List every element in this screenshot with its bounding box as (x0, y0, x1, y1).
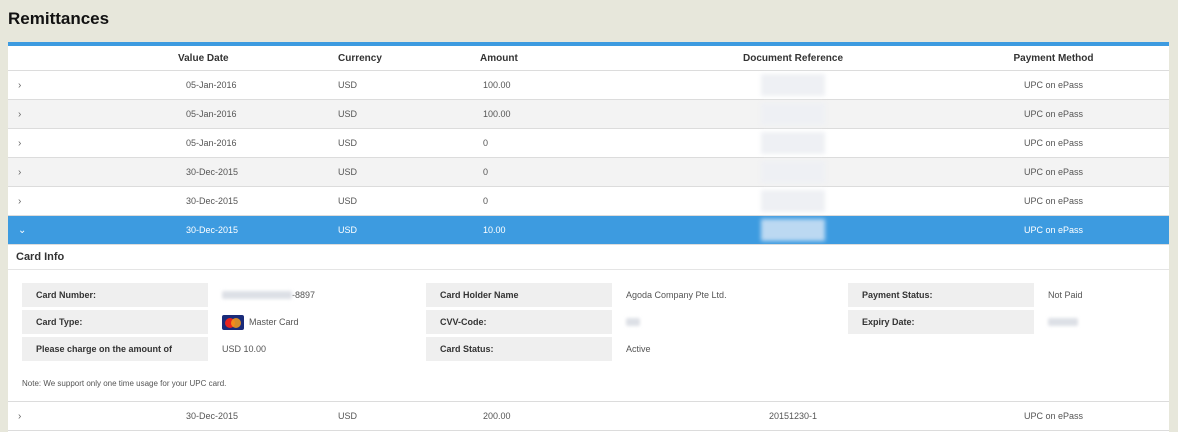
charge-amount-value: USD 10.00 (222, 344, 267, 354)
chevron-right-icon[interactable]: › (8, 196, 48, 207)
payment-status-value: Not Paid (1048, 290, 1083, 300)
card-status-value: Active (626, 344, 651, 354)
table-row[interactable]: › 05-Jan-2016 USD 0 UPC on ePass (8, 129, 1169, 158)
card-number-suffix: -8897 (292, 290, 316, 300)
cell-currency: USD (338, 411, 358, 421)
card-status-field: Card Status: Active (426, 337, 832, 361)
cell-amount: 200.00 (483, 411, 511, 421)
cell-value-date: 30-Dec-2015 (186, 411, 239, 421)
chevron-right-icon[interactable]: › (8, 167, 48, 178)
upc-note: Note: We support only one time usage for… (22, 379, 227, 388)
page-title: Remittances (8, 9, 110, 28)
redacted-reference (761, 74, 825, 96)
card-type-label: Card Type: (22, 310, 208, 334)
card-type-value: Master Card (208, 310, 418, 334)
cvv-field: CVV-Code: (426, 310, 832, 334)
cell-payment-method: UPC on ePass (1023, 196, 1084, 206)
expiry-label: Expiry Date: (848, 310, 1034, 334)
card-status-label: Card Status: (426, 337, 612, 361)
payment-status-field: Payment Status: Not Paid (848, 283, 1144, 307)
payment-status-label: Payment Status: (848, 283, 1034, 307)
table-row[interactable]: › 05-Jan-2016 USD 100.00 UPC on ePass (8, 100, 1169, 129)
cell-document-reference (648, 103, 938, 125)
card-holder-label: Card Holder Name (426, 283, 612, 307)
cell-value-date: 30-Dec-2015 (186, 167, 239, 177)
header-amount[interactable]: Amount (458, 53, 648, 64)
cell-currency: USD (338, 138, 358, 148)
card-info-title: Card Info (16, 251, 65, 263)
card-number-label: Card Number: (22, 283, 208, 307)
expiry-value (1034, 310, 1144, 334)
card-number-field: Card Number: -8897 (22, 283, 418, 307)
cell-payment-method: UPC on ePass (1023, 80, 1084, 90)
chevron-right-icon[interactable]: › (8, 109, 48, 120)
cell-amount: 0 (483, 167, 489, 177)
cell-amount: 100.00 (483, 109, 511, 119)
cell-document-reference (648, 161, 938, 183)
cell-document-reference (648, 132, 938, 154)
header-payment-method[interactable]: Payment Method (938, 53, 1169, 64)
redacted-expiry (1048, 318, 1078, 326)
redacted-reference (761, 132, 825, 154)
header-value-date[interactable]: Value Date (48, 53, 338, 64)
table-row[interactable]: › 30-Dec-2015 USD 200.00 20151230-1 UPC … (8, 402, 1169, 431)
cell-amount: 0 (483, 196, 489, 206)
card-type-text: Master Card (249, 317, 299, 327)
cell-amount: 100.00 (483, 80, 511, 90)
cell-value-date: 30-Dec-2015 (186, 225, 239, 235)
cell-payment-method: UPC on ePass (1023, 167, 1084, 177)
chevron-right-icon[interactable]: › (8, 138, 48, 149)
header-document-reference[interactable]: Document Reference (648, 53, 938, 64)
cell-payment-method: UPC on ePass (1023, 225, 1084, 235)
remittances-table: Value Date Currency Amount Document Refe… (8, 42, 1169, 432)
redacted-card-number (222, 291, 292, 299)
mastercard-logo-icon (222, 314, 244, 330)
chevron-right-icon[interactable]: › (8, 80, 48, 91)
cell-payment-method: UPC on ePass (1023, 138, 1084, 148)
table-row[interactable]: › 05-Jan-2016 USD 100.00 UPC on ePass (8, 71, 1169, 100)
cell-currency: USD (338, 109, 358, 119)
redacted-cvv (626, 318, 640, 326)
cell-document-reference (648, 219, 938, 241)
cell-currency: USD (338, 167, 358, 177)
divider (8, 269, 1169, 270)
card-info-panel: Card Info Card Number: -8897 Card Holder… (8, 245, 1169, 402)
chevron-down-icon[interactable]: ⌄ (8, 225, 48, 236)
cell-document-reference (648, 190, 938, 212)
card-holder-field: Card Holder Name Agoda Company Pte Ltd. (426, 283, 832, 307)
cell-value-date: 30-Dec-2015 (186, 196, 239, 206)
redacted-reference (761, 103, 825, 125)
expiry-field: Expiry Date: (848, 310, 1144, 334)
charge-amount-field: Please charge on the amount of USD 10.00 (22, 337, 418, 361)
cell-value-date: 05-Jan-2016 (186, 109, 237, 119)
cell-payment-method: UPC on ePass (1023, 109, 1084, 119)
header-currency[interactable]: Currency (338, 53, 458, 64)
redacted-reference (761, 190, 825, 212)
card-number-value: -8897 (208, 283, 418, 307)
charge-amount-label: Please charge on the amount of (22, 337, 208, 361)
cell-value-date: 05-Jan-2016 (186, 138, 237, 148)
table-header: Value Date Currency Amount Document Refe… (8, 46, 1169, 71)
cell-currency: USD (338, 225, 358, 235)
table-row[interactable]: › 30-Dec-2015 USD 0 UPC on ePass (8, 187, 1169, 216)
cell-value-date: 05-Jan-2016 (186, 80, 237, 90)
cvv-label: CVV-Code: (426, 310, 612, 334)
cvv-value (612, 310, 832, 334)
cell-currency: USD (338, 196, 358, 206)
cell-document-reference: 20151230-1 (768, 411, 818, 421)
table-row[interactable]: › 30-Dec-2015 USD 0 UPC on ePass (8, 158, 1169, 187)
card-type-field: Card Type: Master Card (22, 310, 418, 334)
card-holder-value: Agoda Company Pte Ltd. (626, 290, 727, 300)
table-row-selected[interactable]: ⌄ 30-Dec-2015 USD 10.00 UPC on ePass (8, 216, 1169, 245)
chevron-right-icon[interactable]: › (8, 411, 48, 422)
redacted-reference (761, 219, 825, 241)
cell-amount: 10.00 (483, 225, 506, 235)
cell-currency: USD (338, 80, 358, 90)
cell-payment-method: UPC on ePass (1023, 411, 1084, 421)
cell-document-reference (648, 74, 938, 96)
cell-amount: 0 (483, 138, 489, 148)
redacted-reference (761, 161, 825, 183)
